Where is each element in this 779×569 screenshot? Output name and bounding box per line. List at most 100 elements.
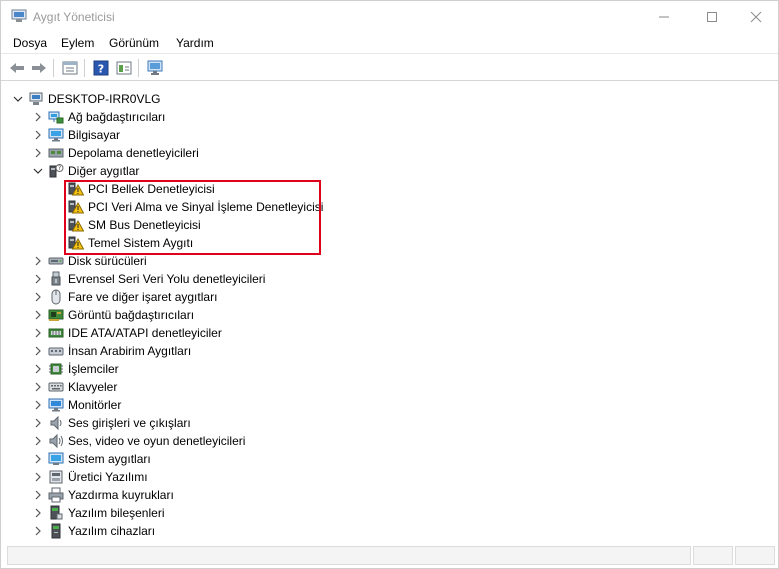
menu-eylem[interactable]: Eylem: [61, 36, 94, 50]
tree-item-category-10[interactable]: İşlemciler: [32, 360, 119, 378]
maximize-button[interactable]: [689, 1, 735, 32]
svg-text:?: ?: [98, 63, 104, 76]
tree-item-category-0[interactable]: Ağ bağdaştırıcıları: [32, 108, 165, 126]
toolbar-separator: [84, 59, 85, 77]
collapse-chevron-icon[interactable]: [32, 165, 44, 177]
tree-item-label: Evrensel Seri Veri Yolu denetleyicileri: [68, 272, 266, 286]
tree-item-category-1[interactable]: Bilgisayar: [32, 126, 120, 144]
expand-chevron-icon[interactable]: [32, 129, 44, 141]
keyboard-icon: [48, 379, 64, 395]
firmware-icon: [48, 469, 64, 485]
expand-chevron-icon[interactable]: [32, 345, 44, 357]
tree-item-category-17[interactable]: Yazdırma kuyrukları: [32, 486, 174, 504]
menu-dosya[interactable]: Dosya: [13, 36, 47, 50]
collapse-chevron-icon[interactable]: [12, 93, 24, 105]
tree-item-label: İşlemciler: [68, 362, 119, 376]
highlight-box: [64, 180, 321, 255]
tree-item-label: Klavyeler: [68, 380, 118, 394]
printer-icon: [48, 487, 64, 503]
tree-item-category-13[interactable]: Ses girişleri ve çıkışları: [32, 414, 191, 432]
tree-item-category-7[interactable]: Görüntü bağdaştırıcıları: [32, 306, 194, 324]
expand-chevron-icon[interactable]: [32, 453, 44, 465]
expand-chevron-icon[interactable]: [32, 471, 44, 483]
tree-item-category-16[interactable]: Üretici Yazılımı: [32, 468, 148, 486]
expand-chevron-icon[interactable]: [32, 255, 44, 267]
expand-chevron-icon[interactable]: [32, 399, 44, 411]
tree-item-category-6[interactable]: Fare ve diğer işaret aygıtları: [32, 288, 217, 306]
tree-item-label: Fare ve diğer işaret aygıtları: [68, 290, 218, 304]
view-icon[interactable]: [114, 58, 134, 78]
tree-item-label: Görüntü bağdaştırıcıları: [68, 308, 195, 322]
tree-item-category-3[interactable]: ? Diğer aygıtlar: [32, 162, 139, 180]
computer-monitor-icon: [48, 127, 64, 143]
tree-item-category-9[interactable]: İnsan Arabirim Aygıtları: [32, 342, 191, 360]
monitor-icon: [48, 397, 64, 413]
tree-item-category-12[interactable]: Monitörler: [32, 396, 121, 414]
software-component-icon: [48, 505, 64, 521]
tree-item-category-19[interactable]: Yazılım cihazları: [32, 522, 155, 540]
expand-chevron-icon[interactable]: [32, 147, 44, 159]
tree-item-label: Depolama denetleyicileri: [68, 146, 199, 160]
expand-chevron-icon[interactable]: [32, 111, 44, 123]
status-cell-2: [693, 546, 733, 565]
tree-item-label: IDE ATA/ATAPI denetleyiciler: [68, 326, 222, 340]
scan-hardware-icon[interactable]: [145, 58, 165, 78]
device-manager-window: Aygıt Yöneticisi Dosya Eylem Görünüm Yar…: [0, 0, 779, 569]
tree-item-label: Yazılım bileşenleri: [68, 506, 165, 520]
expand-chevron-icon[interactable]: [32, 291, 44, 303]
expand-chevron-icon[interactable]: [32, 435, 44, 447]
expand-chevron-icon[interactable]: [32, 327, 44, 339]
tree-item-root[interactable]: DESKTOP-IRR0VLG: [12, 90, 160, 108]
help-icon[interactable]: ?: [91, 58, 111, 78]
software-device-icon: [48, 523, 64, 539]
processor-icon: [48, 361, 64, 377]
window-title: Aygıt Yöneticisi: [33, 10, 115, 24]
tree-item-category-8[interactable]: IDE ATA/ATAPI denetleyiciler: [32, 324, 222, 342]
tree-item-label: Yazılım cihazları: [68, 524, 156, 538]
forward-arrow-icon[interactable]: [29, 58, 49, 78]
tree-item-category-11[interactable]: Klavyeler: [32, 378, 117, 396]
expand-chevron-icon[interactable]: [32, 273, 44, 285]
tree-item-category-2[interactable]: Depolama denetleyicileri: [32, 144, 199, 162]
expand-chevron-icon[interactable]: [32, 507, 44, 519]
expand-chevron-icon[interactable]: [32, 381, 44, 393]
properties-icon[interactable]: [60, 58, 80, 78]
hid-icon: [48, 343, 64, 359]
toolbar-separator: [138, 59, 139, 77]
disk-drive-icon: [48, 253, 64, 269]
computer-icon: [28, 91, 44, 107]
tree-item-category-14[interactable]: Ses, video ve oyun denetleyicileri: [32, 432, 245, 450]
device-manager-app-icon: [11, 9, 27, 23]
network-adapter-icon: [48, 109, 64, 125]
status-bar: [1, 543, 778, 568]
menu-gorunum[interactable]: Görünüm: [109, 36, 159, 50]
tree-item-label: Ağ bağdaştırıcıları: [68, 110, 166, 124]
tree-item-category-5[interactable]: Evrensel Seri Veri Yolu denetleyicileri: [32, 270, 265, 288]
tree-item-label: Diğer aygıtlar: [68, 164, 140, 178]
svg-text:?: ?: [58, 165, 61, 172]
tree-item-category-18[interactable]: Yazılım bileşenleri: [32, 504, 164, 522]
device-tree[interactable]: DESKTOP-IRR0VLG Ağ bağdaştırıcıları Bilgis…: [6, 88, 774, 543]
back-arrow-icon[interactable]: [7, 58, 27, 78]
usb-icon: [48, 271, 64, 287]
tree-item-label: DESKTOP-IRR0VLG: [48, 92, 161, 106]
expand-chevron-icon[interactable]: [32, 309, 44, 321]
expand-chevron-icon[interactable]: [32, 489, 44, 501]
tree-item-label: İnsan Arabirim Aygıtları: [68, 344, 192, 358]
tree-item-label: Ses, video ve oyun denetleyicileri: [68, 434, 246, 448]
storage-controller-icon: [48, 145, 64, 161]
expand-chevron-icon[interactable]: [32, 525, 44, 537]
minimize-button[interactable]: [641, 1, 687, 32]
mouse-icon: [48, 289, 64, 305]
status-cell-3: [735, 546, 775, 565]
tree-item-label: Disk sürücüleri: [68, 254, 147, 268]
menu-yardim[interactable]: Yardım: [176, 36, 214, 50]
tree-item-category-15[interactable]: Sistem aygıtları: [32, 450, 151, 468]
close-button[interactable]: [733, 1, 779, 32]
tree-item-label: Yazdırma kuyrukları: [68, 488, 174, 502]
expand-chevron-icon[interactable]: [32, 363, 44, 375]
expand-chevron-icon[interactable]: [32, 417, 44, 429]
